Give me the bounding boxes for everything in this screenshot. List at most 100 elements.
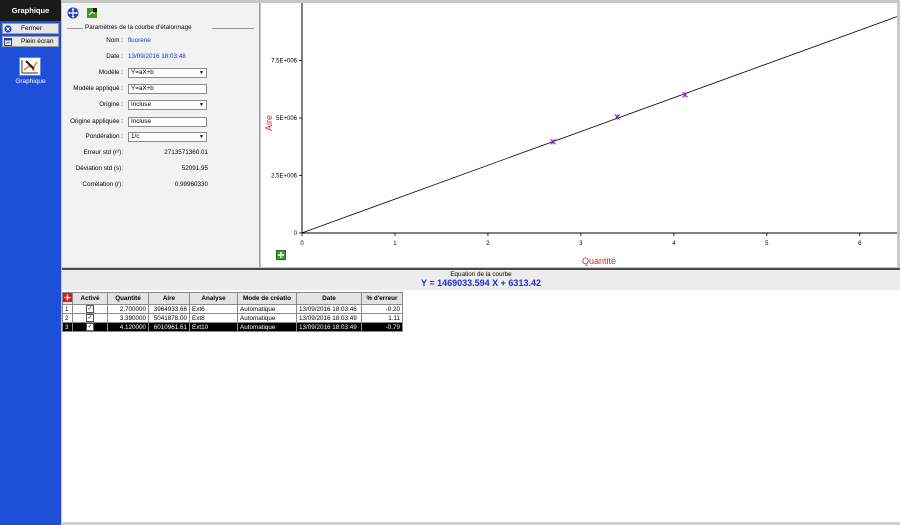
origin-label: Origine : (99, 101, 123, 108)
std-error-value: 2713571360.01 (164, 149, 208, 156)
row-number: 2 (62, 313, 73, 323)
x-tick-label: 3 (579, 241, 583, 247)
y-tick-label: 0 (294, 231, 298, 237)
x-tick-label: 5 (765, 241, 769, 247)
calibration-table-area: Activé Quantité Aire Analyse Mode de cré… (62, 290, 900, 522)
model-select[interactable]: Y=aX+b ▼ (128, 68, 207, 78)
weighting-label: Pondération : (85, 133, 123, 140)
area-cell: 3964933.66 (148, 304, 190, 314)
col-header-mode[interactable]: Mode de créatio (237, 292, 297, 305)
std-dev-value: 52091.95 (181, 165, 208, 172)
quantity-cell: 3.390000 (107, 313, 149, 323)
x-ticks: 0 1 2 3 4 5 6 (300, 233, 862, 247)
area-cell: 5041878.00 (148, 313, 190, 323)
col-header-error[interactable]: % d'erreur (361, 292, 403, 305)
weighting-select-value: 1/c (131, 133, 140, 140)
close-button-label: Fermer (21, 25, 42, 32)
graph-icon[interactable] (19, 57, 41, 76)
y-tick-label: 5E+006 (276, 116, 298, 122)
applied-model-label: Modèle appliqué : (73, 85, 123, 92)
add-row-icon (63, 293, 72, 302)
y-axis-label: Aire (264, 115, 274, 131)
col-header-active[interactable]: Activé (72, 292, 108, 305)
fullscreen-icon (4, 38, 12, 46)
chart-pen-icon (21, 60, 38, 74)
analysis-cell: Ext6 (189, 304, 238, 314)
checkbox-checked-icon[interactable]: ✓ (86, 305, 94, 313)
weighting-select[interactable]: 1/c ▼ (128, 132, 207, 142)
quantity-cell: 4.120000 (107, 322, 149, 332)
x-tick-label: 6 (858, 241, 862, 247)
parameters-panel: Paramètres de la courbe d'étalonnage Nom… (62, 3, 260, 267)
model-label: Modèle : (98, 69, 123, 76)
row-number: 3 (62, 322, 73, 332)
date-label: Date : (106, 53, 123, 60)
move-icon[interactable] (67, 7, 79, 19)
table-add-button[interactable] (62, 292, 73, 305)
active-checkbox[interactable]: ✓ (72, 313, 108, 323)
col-header-area[interactable]: Aire (148, 292, 190, 305)
data-point (614, 114, 621, 120)
area-cell: 6010961.61 (148, 322, 190, 332)
col-header-analysis[interactable]: Analyse (189, 292, 238, 305)
fullscreen-button-label: Plein écran (21, 38, 54, 45)
table-header-row: Activé Quantité Aire Analyse Mode de cré… (62, 292, 403, 305)
applied-model-field: Y=aX+b (128, 84, 207, 94)
table-row[interactable]: 2 ✓ 3.390000 5041878.00 Ext8 Automatique… (62, 313, 403, 323)
equation-title: Equation de la courbe (450, 271, 512, 278)
y-tick-label: 2.5E+006 (271, 174, 298, 180)
quantity-cell: 2.700000 (107, 304, 149, 314)
sidebar-title: Graphique (0, 0, 61, 21)
close-icon (4, 25, 12, 33)
date-cell: 13/09/2016 18:03:49 (296, 313, 362, 323)
table-row-selected[interactable]: 3 ✓ 4.120000 6010961.61 Ext10 Automatiqu… (62, 322, 403, 332)
data-point (550, 138, 556, 145)
x-axis-label: Quantité (582, 256, 616, 266)
name-label: Nom : (106, 37, 123, 44)
table-row[interactable]: 1 ✓ 2.700000 3964933.66 Ext6 Automatique… (62, 304, 403, 314)
add-point-icon[interactable] (276, 250, 286, 260)
equation-text: Y = 1469033.594 X + 6313.42 (421, 278, 541, 288)
group-title: Paramètres de la courbe d'étalonnage (85, 24, 192, 31)
model-select-value: Y=aX+b (131, 69, 154, 76)
error-cell: -0.79 (361, 322, 403, 332)
x-tick-label: 1 (393, 241, 397, 247)
col-header-quantity[interactable]: Quantité (107, 292, 149, 305)
error-cell: -0.20 (361, 304, 403, 314)
group-divider-left (67, 28, 83, 29)
calibration-chart[interactable]: 0 1 2 3 4 5 6 0 2.5E+006 5E+006 7.5E+006 Quantité… (261, 3, 898, 267)
applied-origin-field: Incluse (128, 117, 207, 127)
checkbox-checked-icon[interactable]: ✓ (86, 323, 94, 331)
export-icon[interactable] (86, 7, 98, 19)
active-checkbox[interactable]: ✓ (72, 304, 108, 314)
applied-origin-label: Origine appliquée : (70, 118, 123, 125)
equation-panel: Equation de la courbe Y = 1469033.594 X … (62, 268, 900, 290)
checkbox-checked-icon[interactable]: ✓ (86, 314, 94, 322)
fullscreen-button[interactable]: Plein écran (2, 36, 59, 47)
error-cell: 1.11 (361, 313, 403, 323)
x-tick-label: 2 (486, 241, 490, 247)
chevron-down-icon[interactable]: ▼ (198, 134, 205, 140)
y-tick-label: 7.5E+006 (271, 59, 298, 65)
row-number: 1 (62, 304, 73, 314)
y-ticks: 0 2.5E+006 5E+006 7.5E+006 (271, 59, 302, 237)
date-cell: 13/09/2016 18:03:46 (296, 304, 362, 314)
active-checkbox[interactable]: ✓ (72, 322, 108, 332)
close-button[interactable]: Fermer (2, 23, 59, 34)
calibration-table: Activé Quantité Aire Analyse Mode de cré… (62, 292, 403, 332)
x-tick-label: 4 (672, 241, 676, 247)
mode-cell: Automatique (237, 322, 297, 332)
date-cell: 13/09/2016 18:03:49 (296, 322, 362, 332)
origin-select-value: Incluse (131, 101, 151, 108)
correlation-value: 0.99960330 (174, 181, 208, 188)
chevron-down-icon[interactable]: ▼ (198, 102, 205, 108)
std-error-label: Erreur std (r²): (83, 149, 123, 156)
analysis-cell: Ext8 (189, 313, 238, 323)
chart-svg: 0 1 2 3 4 5 6 0 2.5E+006 5E+006 7.5E+006 Quantité… (264, 3, 898, 266)
chevron-down-icon[interactable]: ▼ (198, 70, 205, 76)
col-header-date[interactable]: Date (296, 292, 362, 305)
x-tick-label: 0 (300, 241, 304, 247)
data-point (682, 91, 688, 98)
mode-cell: Automatique (237, 313, 297, 323)
origin-select[interactable]: Incluse ▼ (128, 100, 207, 110)
